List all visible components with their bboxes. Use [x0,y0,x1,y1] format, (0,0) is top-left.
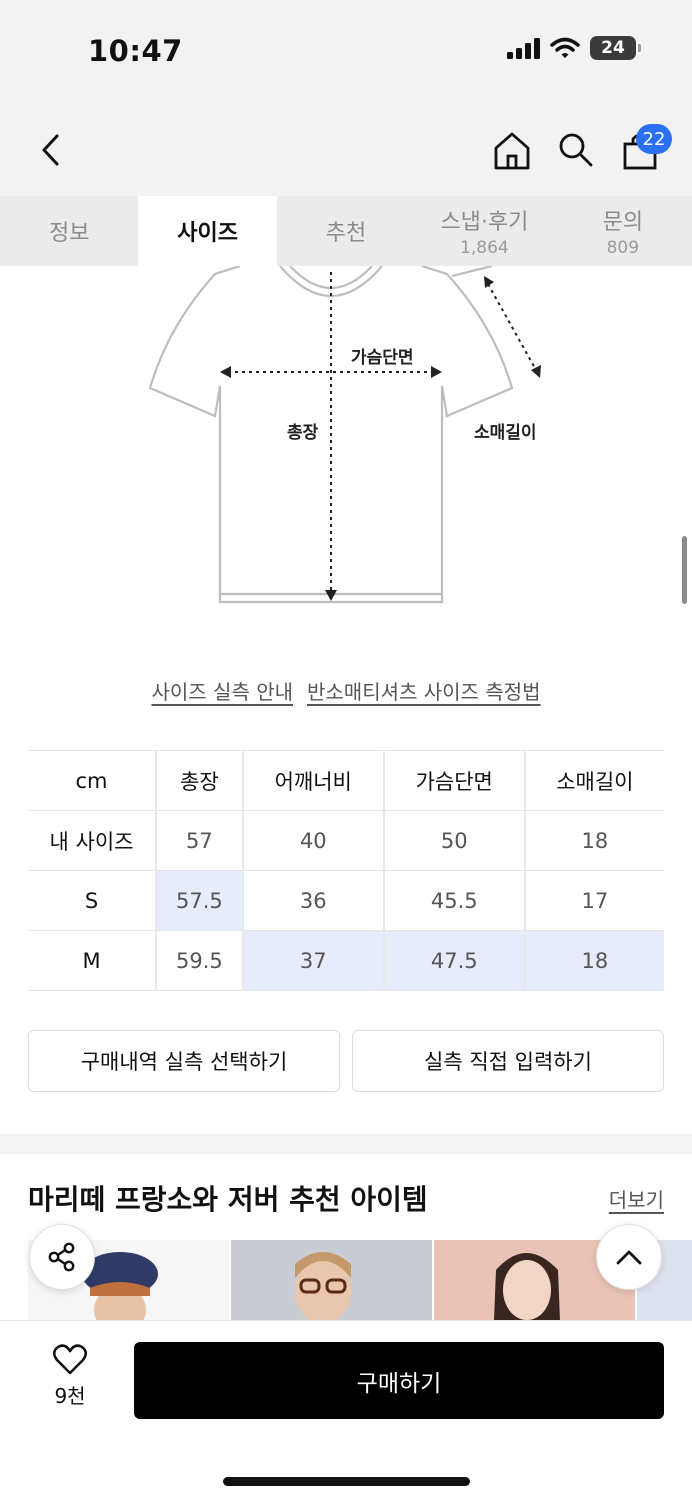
recommend-title: 마리떼 프랑소와 저버 추천 아이템 [28,1183,428,1216]
section-divider [0,1134,692,1154]
cellular-signal-icon [507,38,540,59]
sleeve-length-label: 소매길이 [474,423,537,443]
glasses-model-image [295,1252,351,1320]
tab-inquiry[interactable]: 문의 809 [554,196,692,266]
table-row: 내 사이즈 57 40 50 18 [28,810,664,871]
status-time: 10:47 [88,34,183,68]
tab-snap-review[interactable]: 스냅·후기 1,864 [415,196,553,266]
tab-bar: 정보 사이즈 추천 스냅·후기 1,864 문의 809 [0,196,692,266]
table-cell-highlight: 37 [241,930,384,991]
tab-info[interactable]: 정보 [0,196,138,266]
home-button[interactable] [490,128,534,172]
table-cell-highlight: 47.5 [382,930,525,991]
chevron-up-icon [616,1250,642,1265]
wifi-icon [550,37,580,58]
back-button[interactable] [30,128,70,172]
tab-count: 809 [606,238,640,258]
measure-method-link[interactable]: 반소매티셔츠 사이즈 측정법 [307,676,541,705]
row-label: M [28,930,156,991]
cart-count-badge: 22 [636,124,672,154]
size-guide-link[interactable]: 사이즈 실측 안내 [151,676,293,705]
scroll-top-button[interactable] [596,1224,662,1290]
row-label: 내 사이즈 [28,810,156,871]
table-header-cell: cm [28,750,156,811]
table-cell-highlight: 18 [523,930,664,991]
table-cell: 59.5 [155,930,243,991]
table-cell: 17 [523,870,664,931]
scroll-indicator [682,536,687,604]
tab-recommend[interactable]: 추천 [277,196,415,266]
chevron-left-icon [42,134,59,166]
status-bar: 10:47 24 [0,0,692,100]
table-header-row: cm 총장 어깨너비 가슴단면 소매길이 [28,750,664,811]
tab-label: 문의 [602,210,644,235]
like-button[interactable]: 9천 [30,1344,110,1420]
status-icons: 24 [506,36,641,60]
product-thumbnail[interactable] [231,1240,432,1320]
table-row: S 57.5 36 45.5 17 [28,870,664,931]
table-cell: 18 [523,810,664,871]
tshirt-size-diagram [148,266,541,604]
table-cell: 50 [382,810,525,871]
tab-count: 1,864 [460,238,509,258]
share-button[interactable] [29,1224,95,1290]
heart-icon [52,1344,88,1375]
battery-icon: 24 [590,36,641,60]
total-length-label: 총장 [287,423,319,443]
table-header-cell: 어깨너비 [241,750,384,811]
home-icon [494,132,530,170]
battery-level: 24 [601,38,625,58]
home-indicator [223,1477,470,1486]
like-count: 9천 [54,1384,86,1408]
tab-label: 사이즈 [177,221,238,246]
search-icon [559,133,593,167]
tab-label: 정보 [48,221,90,246]
recommend-more-link[interactable]: 더보기 [609,1184,664,1213]
tab-label: 스냅·후기 [440,210,529,235]
table-cell-highlight: 57.5 [155,870,243,931]
chest-width-label: 가슴단면 [351,348,414,368]
direct-input-button[interactable]: 실측 직접 입력하기 [352,1030,664,1092]
table-cell: 36 [241,870,384,931]
table-cell: 45.5 [382,870,525,931]
size-links: 사이즈 실측 안내 반소매티셔츠 사이즈 측정법 [0,676,692,705]
tab-size[interactable]: 사이즈 [138,196,277,266]
table-header-cell: 총장 [155,750,243,811]
row-label: S [28,870,156,931]
select-purchase-history-button[interactable]: 구매내역 실측 선택하기 [28,1030,340,1092]
tab-label: 추천 [325,221,367,246]
search-button[interactable] [554,128,598,172]
table-cell: 57 [155,810,243,871]
size-table: cm 총장 어깨너비 가슴단면 소매길이 내 사이즈 57 40 50 18 S… [28,750,664,991]
share-icon [48,1242,75,1272]
table-header-cell: 소매길이 [523,750,664,811]
buy-button[interactable]: 구매하기 [134,1342,664,1419]
table-row: M 59.5 37 47.5 18 [28,930,664,991]
table-cell: 40 [241,810,384,871]
recommend-strip [28,1240,692,1320]
table-header-cell: 가슴단면 [382,750,525,811]
